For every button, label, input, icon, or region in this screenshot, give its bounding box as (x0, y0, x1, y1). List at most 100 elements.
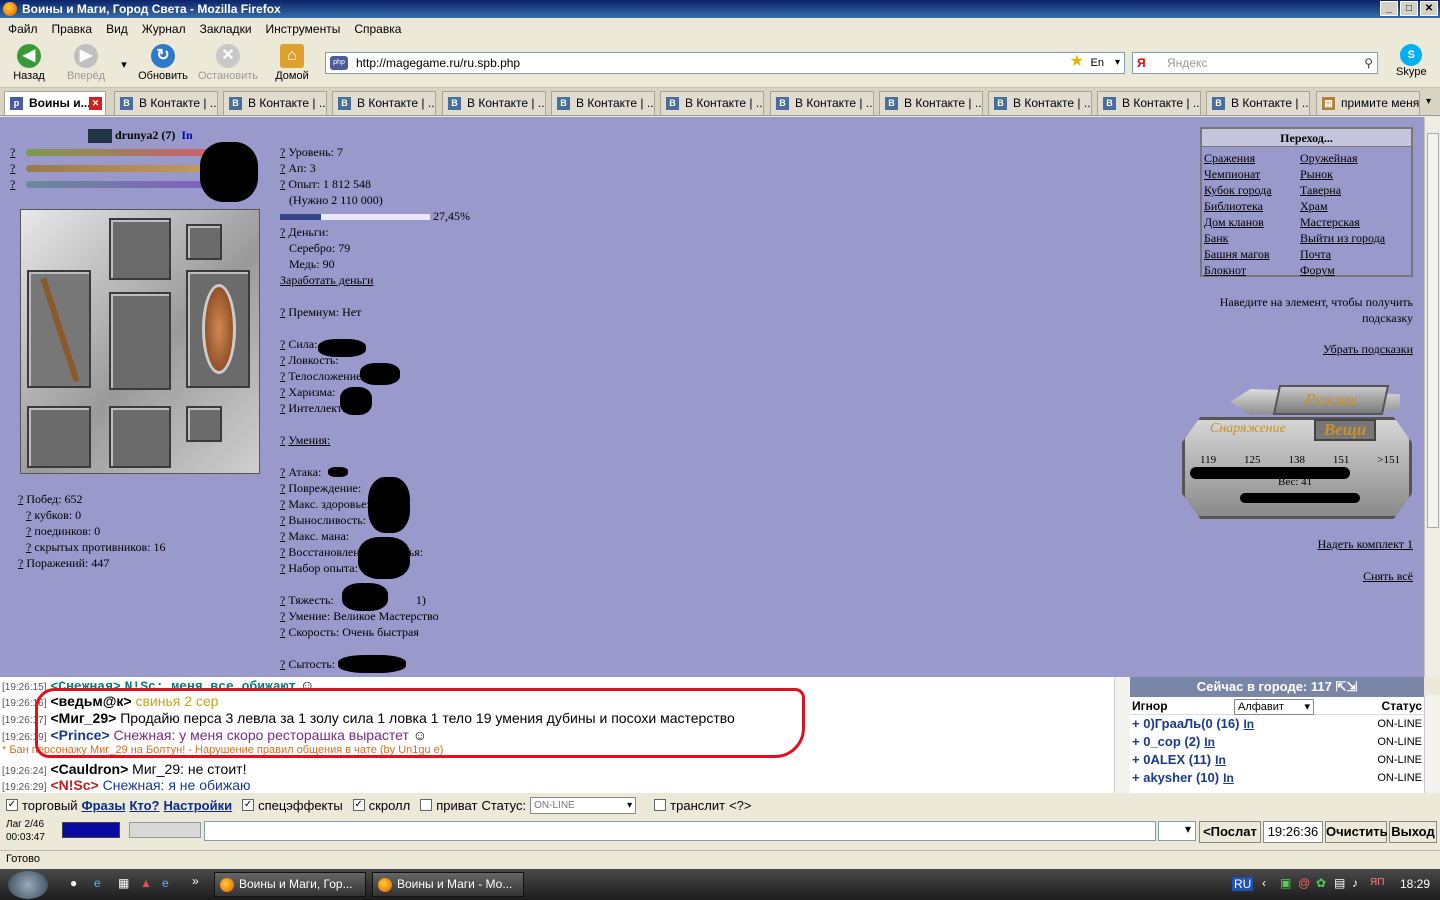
weapon-slot[interactable] (27, 270, 91, 388)
help-link[interactable]: ? (26, 524, 31, 538)
tray-app-icon[interactable]: ▣ (1280, 876, 1291, 890)
help-link[interactable]: ? (280, 465, 285, 479)
minimize-button[interactable]: _ (1380, 1, 1398, 16)
status-select[interactable]: ON-LINE ▾ (530, 796, 637, 814)
user-row[interactable]: + 0ALEX (11) In ON-LINE (1130, 751, 1424, 769)
nav-bank[interactable]: Банк (1204, 230, 1300, 246)
popout-icon[interactable]: ⇱⇲ (1335, 679, 1357, 694)
helmet-slot[interactable] (109, 218, 171, 280)
help-link[interactable]: ? (280, 353, 285, 367)
reload-button[interactable]: ↻ Обновить (137, 44, 189, 82)
tab-vk[interactable]: B В Контакте | ... (442, 91, 546, 115)
menu-help[interactable]: Справка (354, 22, 401, 36)
help-link[interactable]: ? (280, 385, 285, 399)
user-row[interactable]: + akysher (10) In ON-LINE (1130, 769, 1424, 787)
history-dropdown-icon[interactable]: ▾ (118, 58, 130, 71)
language-indicator[interactable]: En (1091, 53, 1104, 73)
who-link[interactable]: Кто? (129, 798, 159, 813)
home-button[interactable]: ⌂ Домой (272, 44, 312, 82)
scrollbar-thumb[interactable] (1427, 133, 1439, 528)
menu-view[interactable]: Вид (106, 22, 128, 36)
help-link[interactable]: ? (280, 513, 285, 527)
more-quicklaunch-icon[interactable]: » (192, 874, 199, 888)
color-indicator[interactable] (62, 822, 120, 838)
tray-expand-icon[interactable]: ‹ (1262, 876, 1266, 890)
nav-exit-city[interactable]: Выйти из города (1300, 230, 1410, 246)
unequip-all-link[interactable]: Снять всё (1363, 569, 1413, 584)
tab-vk[interactable]: B В Контакте | ... (551, 91, 655, 115)
help-link[interactable]: ? (280, 481, 285, 495)
tab-vk[interactable]: B В Контакте | ... (332, 91, 436, 115)
user-name[interactable]: 0ALEX (11) (1143, 752, 1211, 767)
boots-slot[interactable] (27, 406, 91, 468)
close-window-button[interactable]: ✕ (1420, 1, 1438, 16)
help-link[interactable]: ? (280, 305, 285, 319)
page-scrollbar[interactable] (1424, 117, 1440, 677)
help-link[interactable]: ? (26, 540, 31, 554)
nav-clan-house[interactable]: Дом кланов (1204, 214, 1300, 230)
send-button[interactable]: <Послат (1199, 821, 1261, 843)
chat-nick[interactable]: <Cauldron> (50, 761, 128, 777)
help-link[interactable]: ? (280, 497, 285, 511)
skills-link[interactable]: Умения: (288, 433, 330, 447)
tab-vk[interactable]: B В Контакте | ... (879, 91, 983, 115)
help-link[interactable]: ? (280, 161, 285, 175)
tab-vk[interactable]: B В Контакте | ... (114, 91, 218, 115)
help-link[interactable]: ? (280, 545, 285, 559)
menu-file[interactable]: Файл (8, 22, 38, 36)
help-link[interactable]: ? (10, 177, 15, 192)
calculator-quicklaunch-icon[interactable]: ▦ (118, 876, 129, 890)
character-in-link[interactable]: In (181, 128, 192, 142)
bookmark-star-icon[interactable]: ★ (1070, 52, 1084, 72)
start-button[interactable] (8, 871, 48, 899)
backpack-title[interactable]: Рюкзак (1272, 385, 1390, 415)
exit-button[interactable]: Выход (1389, 821, 1437, 843)
acrobat-quicklaunch-icon[interactable]: ▲ (140, 876, 152, 890)
tab-vk[interactable]: B В Контакте | ... (660, 91, 764, 115)
help-link[interactable]: ? (280, 369, 285, 383)
armor-slot[interactable] (109, 292, 171, 390)
user-row[interactable]: + 0_cop (2) In ON-LINE (1130, 733, 1424, 751)
help-link[interactable]: ? (10, 161, 15, 176)
tab-vk[interactable]: B В Контакте | ... (1206, 91, 1310, 115)
chat-scrollbar[interactable] (1114, 677, 1130, 793)
trade-checkbox[interactable]: ✓ (6, 799, 18, 811)
amulet-slot[interactable] (186, 224, 222, 260)
search-input[interactable]: Я Яндекс ⚲ (1132, 52, 1378, 74)
taskbar-task-1[interactable]: Воины и Маги, Гор... (214, 872, 366, 897)
help-link[interactable]: ? (280, 657, 285, 671)
user-row[interactable]: + 0)ГрааЛь(0 (16) In ON-LINE (1130, 715, 1424, 733)
network-icon[interactable]: ▤ (1334, 876, 1345, 890)
yandex-logo[interactable]: Я (1137, 53, 1146, 73)
icq-icon[interactable]: ✿ (1316, 876, 1326, 890)
clear-button[interactable]: Очистить (1325, 821, 1388, 843)
volume-icon[interactable]: ♪ (1352, 876, 1358, 890)
tab-vk[interactable]: B В Контакте | ... (1097, 91, 1201, 115)
translit-help-link[interactable]: <?> (729, 798, 751, 813)
nav-workshop[interactable]: Мастерская (1300, 214, 1410, 230)
user-name[interactable]: 0)ГрааЛь(0 (16) (1143, 716, 1239, 731)
help-link[interactable]: ? (280, 225, 285, 239)
hide-hints-link[interactable]: Убрать подсказки (1323, 342, 1413, 357)
nav-city-cup[interactable]: Кубок города (1204, 182, 1300, 198)
url-dropdown-icon[interactable]: ▾ (1115, 53, 1120, 73)
help-link[interactable]: ? (26, 508, 31, 522)
ring-slot[interactable] (186, 406, 222, 442)
tab-active[interactable]: p Воины и... ✕ (4, 91, 106, 115)
message-history-dropdown[interactable]: ▾ (1158, 821, 1196, 841)
scroll-checkbox[interactable]: ✓ (352, 799, 365, 811)
earn-money-link[interactable]: Заработать деньги (280, 273, 373, 287)
menu-edit[interactable]: Правка (52, 22, 93, 36)
ie-quicklaunch-icon[interactable]: e (94, 876, 101, 890)
gloves-slot[interactable] (109, 406, 171, 468)
tray-app-icon[interactable]: ЯП (1370, 877, 1384, 888)
tab-vk[interactable]: B В Контакте | ... (988, 91, 1092, 115)
users-scrollbar[interactable] (1424, 695, 1440, 793)
tab-vk[interactable]: B В Контакте | ... (223, 91, 327, 115)
shield-slot[interactable] (186, 270, 250, 388)
help-link[interactable]: ? (18, 556, 23, 570)
skype-button[interactable]: S Skype (1396, 44, 1427, 78)
mail-agent-icon[interactable]: @ (1298, 876, 1310, 890)
help-link[interactable]: ? (280, 433, 285, 447)
chat-message-input[interactable] (204, 821, 1156, 841)
